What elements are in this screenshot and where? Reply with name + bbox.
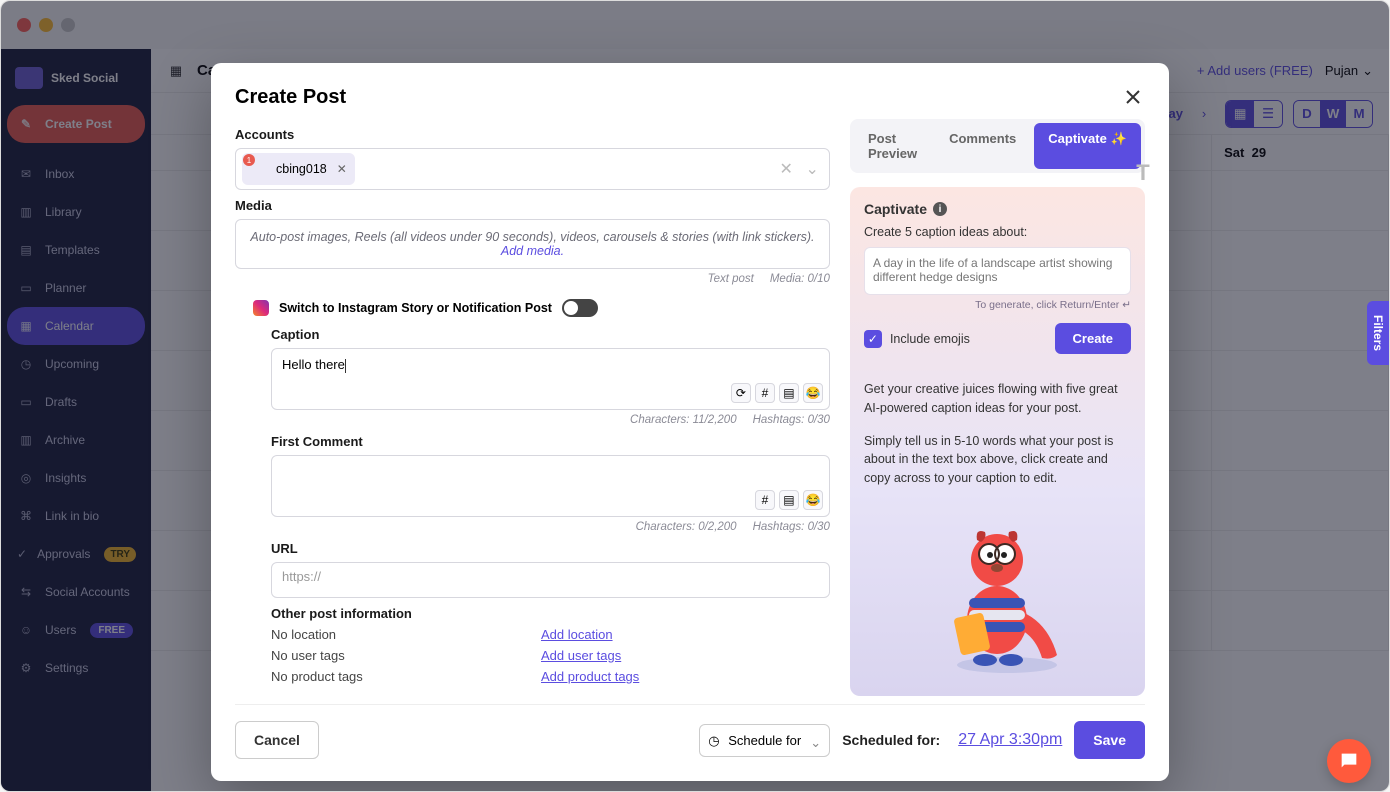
tab-captivate[interactable]: Captivate✨: [1034, 123, 1141, 169]
accounts-select[interactable]: 1 cbing018 ✕ ✕ ⌄: [235, 148, 830, 190]
accounts-label: Accounts: [235, 127, 830, 142]
no-location-text: No location: [271, 627, 541, 642]
modal-title: Create Post: [235, 86, 1121, 109]
scheduled-date-link[interactable]: 27 Apr 3:30pm: [958, 731, 1062, 749]
captivate-heading: Captivate: [864, 201, 927, 217]
no-product-tags-text: No product tags: [271, 669, 541, 684]
clock-icon: ◷: [708, 733, 719, 749]
chat-support-button[interactable]: [1327, 739, 1371, 783]
captivate-create-button[interactable]: Create: [1055, 323, 1131, 354]
chevron-down-icon: ⌄: [810, 735, 821, 751]
caption-tool-random[interactable]: ⟳: [731, 383, 751, 403]
remove-account-button[interactable]: ✕: [333, 162, 347, 176]
include-emojis-label: Include emojis: [890, 332, 970, 346]
fc-char-count: Characters: 0/2,200: [636, 521, 737, 533]
fc-tag-count: Hashtags: 0/30: [753, 521, 830, 533]
clear-accounts-button[interactable]: ✕: [780, 159, 793, 179]
caption-tool-emoji[interactable]: 😂: [803, 383, 823, 403]
schedule-for-select[interactable]: ◷ Schedule for ⌄: [699, 724, 830, 757]
cancel-button[interactable]: Cancel: [235, 721, 319, 759]
captivate-desc-2: Simply tell us in 5-10 words what your p…: [864, 432, 1131, 488]
tab-post-preview[interactable]: Post Preview: [854, 123, 931, 169]
first-comment-input[interactable]: # ▤ 😂: [271, 455, 830, 517]
media-count-label: Media: 0/10: [770, 273, 830, 285]
caption-tool-hashtag[interactable]: #: [755, 383, 775, 403]
include-emojis-checkbox[interactable]: ✓: [864, 330, 882, 348]
add-product-tags-link[interactable]: Add product tags: [541, 669, 639, 684]
caption-char-count: Characters: 11/2,200: [630, 414, 737, 426]
account-count-badge: 1: [243, 154, 255, 166]
close-modal-button[interactable]: [1121, 85, 1145, 109]
sparkle-icon: ✨: [1111, 131, 1127, 146]
add-user-tags-link[interactable]: Add user tags: [541, 648, 621, 663]
caption-input[interactable]: Hello there ⟳ # ▤ 😂: [271, 348, 830, 410]
text-style-icon[interactable]: T: [1131, 161, 1155, 185]
account-name: cbing018: [276, 162, 327, 176]
first-comment-label: First Comment: [271, 434, 830, 449]
caption-label: Caption: [271, 327, 830, 342]
info-icon[interactable]: i: [933, 202, 947, 216]
media-dropzone[interactable]: Auto-post images, Reels (all videos unde…: [235, 219, 830, 269]
media-help-text: Auto-post images, Reels (all videos unde…: [250, 230, 814, 244]
scheduled-for-label: Scheduled for:: [842, 732, 940, 748]
add-media-link[interactable]: Add media.: [501, 244, 564, 258]
media-label: Media: [235, 198, 830, 213]
captivate-prompt-label: Create 5 caption ideas about:: [864, 225, 1131, 239]
fc-tool-emoji[interactable]: 😂: [803, 490, 823, 510]
add-location-link[interactable]: Add location: [541, 627, 613, 642]
fc-tool-hashtag[interactable]: #: [755, 490, 775, 510]
save-button[interactable]: Save: [1074, 721, 1145, 759]
text-post-label: Text post: [708, 273, 754, 285]
story-toggle[interactable]: [562, 299, 598, 317]
instagram-icon: [253, 300, 269, 316]
right-panel-tabs: Post Preview Comments Captivate✨: [850, 119, 1145, 173]
captivate-prompt-input[interactable]: A day in the life of a landscape artist …: [864, 247, 1131, 295]
accounts-dropdown-icon[interactable]: ⌄: [806, 159, 819, 179]
account-chip[interactable]: 1 cbing018 ✕: [242, 153, 355, 185]
fc-tool-template[interactable]: ▤: [779, 490, 799, 510]
no-user-tags-text: No user tags: [271, 648, 541, 663]
captivate-desc-1: Get your creative juices flowing with fi…: [864, 380, 1131, 418]
tab-comments[interactable]: Comments: [935, 123, 1030, 169]
url-label: URL: [271, 541, 830, 556]
story-toggle-label: Switch to Instagram Story or Notificatio…: [279, 301, 552, 315]
create-post-modal: Create Post T Accounts 1 cbing018 ✕: [211, 63, 1169, 781]
url-input[interactable]: https://: [271, 562, 830, 598]
captivate-panel: Captivate i Create 5 caption ideas about:…: [850, 187, 1145, 696]
mascot-illustration: [917, 510, 1077, 680]
captivate-hint: To generate, click Return/Enter ↵: [864, 299, 1131, 311]
filters-tab[interactable]: Filters: [1367, 301, 1389, 365]
other-info-label: Other post information: [271, 606, 830, 621]
caption-tool-template[interactable]: ▤: [779, 383, 799, 403]
caption-tag-count: Hashtags: 0/30: [753, 414, 830, 426]
